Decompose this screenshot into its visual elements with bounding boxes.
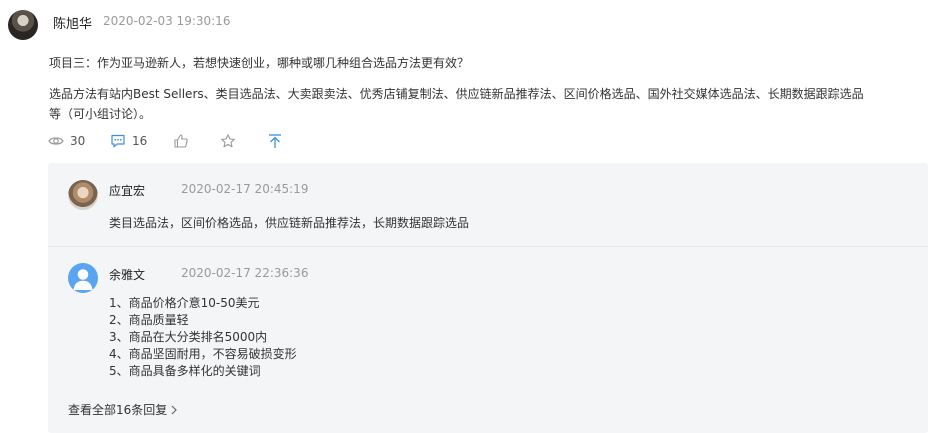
post-timestamp: 2020-02-03 19:30:16: [103, 14, 231, 28]
eye-icon: [48, 137, 64, 145]
list-item: 1、商品价格介意10-50美元: [109, 296, 260, 310]
post-card: 陈旭华 2020-02-03 19:30:16 项目三：作为亚马逊新人，若想快速…: [0, 0, 943, 433]
reply-author[interactable]: 余雅文: [109, 266, 145, 283]
view-all-label: 查看全部16条回复: [68, 403, 168, 417]
reply-timestamp: 2020-02-17 22:36:36: [181, 266, 309, 280]
methods-text: 选品方法有站内Best Sellers、类目选品法、大卖跟卖法、优秀店铺复制法、…: [49, 87, 864, 121]
author-name[interactable]: 陈旭华: [53, 13, 92, 32]
views-count: 30: [70, 134, 86, 148]
list-item: 3、商品在大分类排名5000内: [109, 330, 268, 344]
reply-divider: [48, 246, 928, 247]
thumbs-up-icon: [174, 134, 188, 148]
pin-top-button[interactable]: [267, 133, 283, 149]
replies-panel: 应宜宏 2020-02-17 20:45:19 类目选品法，区间价格选品，供应链…: [48, 163, 928, 433]
reply-author[interactable]: 应宜宏: [109, 182, 145, 199]
comments-button[interactable]: 16: [110, 133, 173, 149]
views-counter: 30: [48, 133, 110, 149]
reply-avatar[interactable]: [68, 180, 98, 210]
reply-avatar-default[interactable]: [68, 263, 98, 293]
reply-content: 类目选品法，区间价格选品，供应链新品推荐法，长期数据跟踪选品: [109, 216, 470, 230]
list-item: 5、商品具备多样化的关键词: [109, 364, 261, 378]
question-text: 项目三：作为亚马逊新人，若想快速创业，哪种或哪几种组合选品方法更有效？: [49, 56, 470, 70]
comment-icon: [111, 134, 125, 148]
like-button[interactable]: [173, 133, 220, 149]
arrow-up-icon: [269, 134, 281, 148]
list-item: 2、商品质量轻: [109, 313, 189, 327]
chevron-right-icon: [171, 405, 178, 414]
reply-timestamp: 2020-02-17 20:45:19: [181, 182, 309, 196]
favorite-button[interactable]: [220, 133, 267, 149]
list-item: 4、商品坚固耐用，不容易破损变形: [109, 347, 297, 361]
action-bar: 30 16: [48, 131, 283, 151]
star-icon: [221, 134, 235, 148]
author-avatar[interactable]: [8, 10, 38, 40]
user-icon: [73, 269, 93, 290]
reply-content-list: 1、商品价格介意10-50美元 2、商品质量轻 3、商品在大分类排名5000内 …: [109, 295, 297, 380]
comments-count: 16: [132, 134, 148, 148]
view-all-replies-link[interactable]: 查看全部16条回复: [68, 401, 179, 418]
